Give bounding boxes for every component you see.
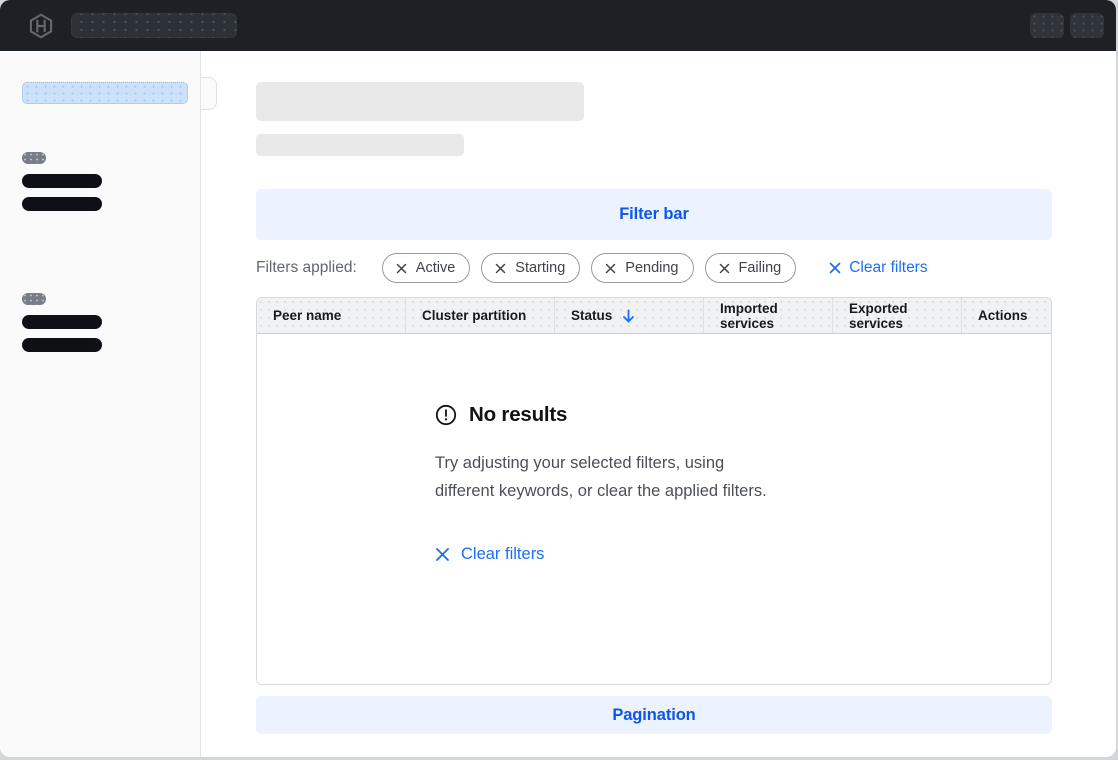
navbar-button-skeleton-2[interactable] xyxy=(1070,13,1104,38)
column-header-status[interactable]: Status xyxy=(555,298,704,333)
column-label: Cluster partition xyxy=(422,308,526,323)
empty-state-line-1: Try adjusting your selected filters, usi… xyxy=(435,449,1051,477)
filter-bar-placeholder: Filter bar xyxy=(256,189,1052,240)
main-content: Filter bar Filters applied: Active Start… xyxy=(201,51,1116,757)
filter-pill-label: Starting xyxy=(515,260,565,276)
alert-circle-icon xyxy=(435,404,457,426)
filter-pill-starting[interactable]: Starting xyxy=(481,253,580,283)
peers-table: Peer name Cluster partition Status Impor… xyxy=(256,297,1052,685)
column-label: Actions xyxy=(978,308,1028,323)
sidebar-section-label-skeleton-2 xyxy=(22,293,46,305)
clear-filters-link[interactable]: Clear filters xyxy=(829,259,927,277)
table-body: No results Try adjusting your selected f… xyxy=(257,334,1051,684)
empty-state-description: Try adjusting your selected filters, usi… xyxy=(435,449,1051,505)
column-header-imported-services: Imported services xyxy=(704,298,833,333)
app-window: Filter bar Filters applied: Active Start… xyxy=(0,0,1116,757)
x-icon[interactable] xyxy=(719,263,730,274)
filter-pill-pending[interactable]: Pending xyxy=(591,253,693,283)
filter-bar-label: Filter bar xyxy=(619,205,689,224)
sidebar-toggle-button[interactable] xyxy=(201,77,217,110)
x-icon xyxy=(829,262,841,274)
sidebar-active-item-skeleton[interactable] xyxy=(22,82,188,104)
navbar-search-skeleton[interactable] xyxy=(71,13,237,38)
sidebar xyxy=(0,51,201,757)
filter-pill-label: Active xyxy=(416,260,456,276)
sidebar-item-skeleton-2[interactable] xyxy=(22,197,102,211)
x-icon[interactable] xyxy=(605,263,616,274)
page-title-skeleton xyxy=(256,82,584,121)
column-header-peer-name: Peer name xyxy=(257,298,406,333)
filters-applied-label: Filters applied: xyxy=(256,259,357,277)
sidebar-section-label-skeleton-1 xyxy=(22,152,46,164)
column-label: Peer name xyxy=(273,308,341,323)
sidebar-item-skeleton-1[interactable] xyxy=(22,174,102,188)
clear-filters-label: Clear filters xyxy=(849,259,927,277)
column-label: Exported services xyxy=(849,301,961,331)
empty-state: No results Try adjusting your selected f… xyxy=(257,334,1051,564)
empty-state-title: No results xyxy=(469,403,567,427)
x-icon[interactable] xyxy=(396,263,407,274)
filter-pill-label: Pending xyxy=(625,260,678,276)
filter-pill-failing[interactable]: Failing xyxy=(705,253,797,283)
sidebar-item-skeleton-3[interactable] xyxy=(22,315,102,329)
empty-state-clear-filters-label: Clear filters xyxy=(461,545,544,564)
sidebar-item-skeleton-4[interactable] xyxy=(22,338,102,352)
x-icon xyxy=(435,547,450,562)
hashicorp-logo-icon[interactable] xyxy=(28,13,54,39)
column-header-actions: Actions xyxy=(962,298,1051,333)
pagination-placeholder: Pagination xyxy=(256,696,1052,734)
column-label: Imported services xyxy=(720,301,832,331)
top-navbar xyxy=(0,0,1116,51)
filter-pills: Active Starting Pending Failing xyxy=(382,253,796,283)
x-icon[interactable] xyxy=(495,263,506,274)
filter-pill-label: Failing xyxy=(739,260,782,276)
navbar-button-skeleton-1[interactable] xyxy=(1030,13,1064,38)
filter-pill-active[interactable]: Active xyxy=(382,253,471,283)
column-label: Status xyxy=(571,308,612,323)
column-header-exported-services: Exported services xyxy=(833,298,962,333)
column-header-cluster-partition: Cluster partition xyxy=(406,298,555,333)
pagination-label: Pagination xyxy=(612,706,695,725)
applied-filters-row: Filters applied: Active Starting Pending xyxy=(256,253,1052,283)
empty-state-clear-filters-link[interactable]: Clear filters xyxy=(435,545,544,564)
table-header-row: Peer name Cluster partition Status Impor… xyxy=(257,298,1051,334)
empty-state-line-2: different keywords, or clear the applied… xyxy=(435,477,1051,505)
arrow-down-icon[interactable] xyxy=(622,309,635,323)
page-subtitle-skeleton xyxy=(256,134,464,156)
